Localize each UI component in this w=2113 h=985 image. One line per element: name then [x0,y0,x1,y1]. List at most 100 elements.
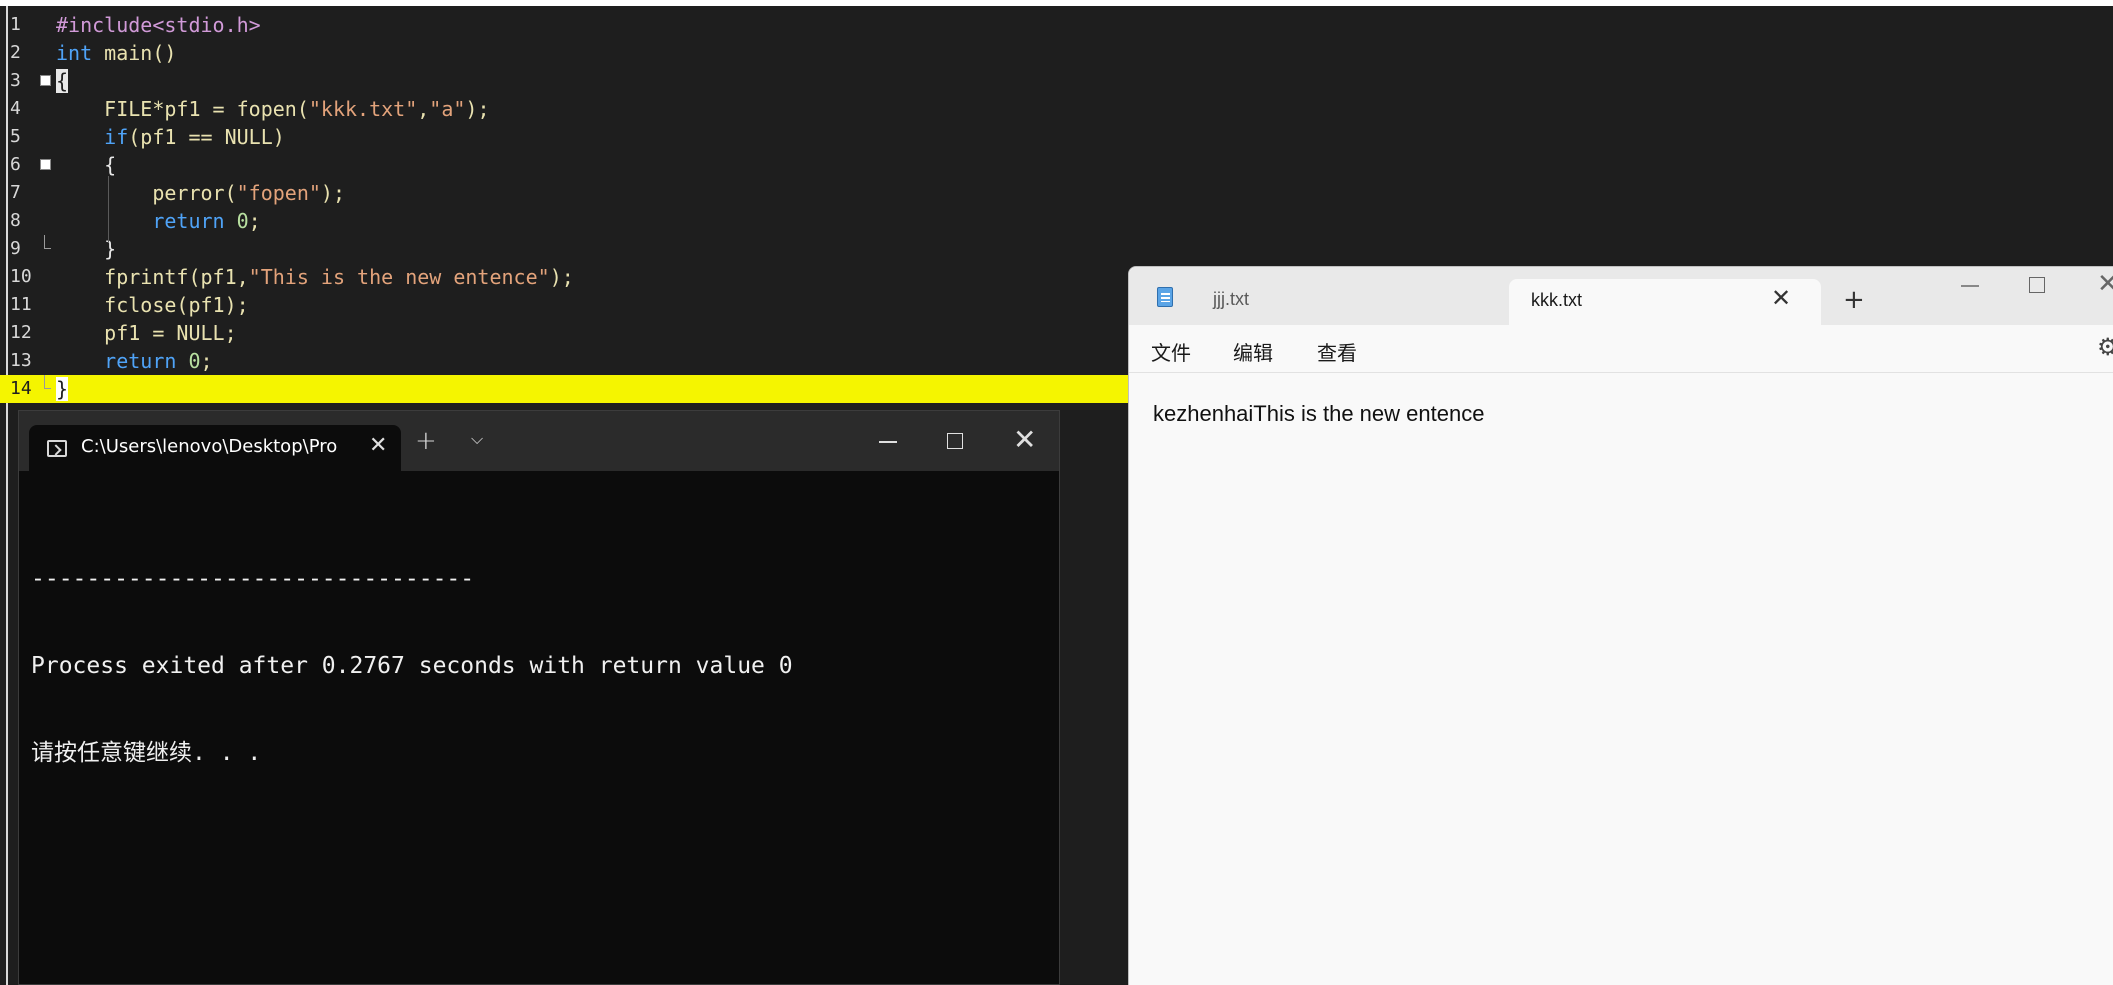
code-line[interactable]: 3{ [0,67,2113,95]
line-number: 12 [10,322,32,343]
fold-toggle-icon[interactable] [40,159,51,170]
close-window-button[interactable]: ✕ [2097,269,2113,299]
minimize-button[interactable] [1961,285,1979,287]
code-token: "fopen" [236,181,321,205]
code-token: ; [248,209,261,233]
console-line: Process exited after 0.2767 seconds with… [31,653,793,679]
code-token: "This is the new entence" [248,265,550,289]
fold-end-icon [44,375,51,389]
notepad-text-area[interactable]: kezhenhaiThis is the new entence [1153,401,1484,427]
code-token: (pf1 == NULL) [128,125,285,149]
console-window[interactable]: C:\Users\lenovo\Desktop\Pro ✕ + ⌵ ✕ ----… [18,410,1060,985]
line-number: 6 [10,154,21,175]
notepad-title-bar: jjj.txt kkk.txt ✕ + ✕ [1129,267,2113,325]
code-text: perror("fopen"); [56,179,345,207]
code-line[interactable]: 8 return 0; [0,207,2113,235]
code-token: #include<stdio.h> [56,13,261,37]
new-tab-button[interactable]: + [1843,285,1865,315]
code-token: main() [92,41,177,65]
new-tab-button[interactable]: + [415,426,437,456]
code-token: { [56,69,69,93]
code-token: FILE*pf1 = fopen( [56,97,309,121]
code-text: if(pf1 == NULL) [56,123,285,151]
indent-guide [108,176,109,242]
line-number: 2 [10,42,21,63]
tab-jjj-txt[interactable]: jjj.txt [1213,289,1249,310]
code-token: pf1 = NULL; [56,321,237,345]
code-token: 0 [188,349,201,373]
console-tab[interactable]: C:\Users\lenovo\Desktop\Pro ✕ [29,425,401,471]
tab-label: kkk.txt [1531,290,1583,310]
line-number: 11 [10,294,32,315]
code-text: { [56,67,69,95]
code-token: ); [549,265,574,289]
chevron-down-icon[interactable]: ⌵ [471,429,483,449]
code-token: ); [320,181,346,205]
code-token: int [56,41,93,65]
line-number: 5 [10,126,21,147]
code-text: { [56,151,116,179]
code-token: return [152,209,225,233]
fold-toggle-icon[interactable] [40,75,51,86]
console-tab-title: C:\Users\lenovo\Desktop\Pro [81,436,338,457]
console-tab-bar: C:\Users\lenovo\Desktop\Pro ✕ + ⌵ ✕ [19,411,1059,471]
line-number: 4 [10,98,21,119]
code-text: #include<stdio.h> [56,11,261,39]
maximize-button[interactable] [947,433,963,449]
close-window-button[interactable]: ✕ [1013,423,1036,456]
close-tab-icon[interactable]: ✕ [369,433,387,458]
notepad-window[interactable]: jjj.txt kkk.txt ✕ + ✕ 文件 编辑 查看 ⚙ kezhenh… [1128,266,2113,985]
code-line[interactable]: 6 { [0,151,2113,179]
code-text: fclose(pf1); [56,291,249,319]
notepad-icon [1157,287,1173,307]
code-token: { [56,153,117,177]
code-token: if [104,125,129,149]
maximize-button[interactable] [2029,277,2045,293]
code-token: fprintf(pf1, [56,265,249,289]
console-line: 请按任意键继续. . . [31,740,262,766]
line-number: 7 [10,182,21,203]
fold-end-icon [44,235,51,249]
code-line[interactable]: 1 #include<stdio.h> [0,11,2113,39]
terminal-icon [47,440,67,457]
console-output[interactable]: -------------------------------- Process… [31,507,793,826]
close-tab-icon[interactable]: ✕ [1771,284,1791,312]
code-line[interactable]: 7 perror("fopen"); [0,179,2113,207]
line-number: 3 [10,70,21,91]
code-token: } [56,377,69,401]
code-token: perror( [56,181,237,205]
code-token: 0 [236,209,249,233]
code-token: "kkk.txt" [308,97,418,121]
code-text: FILE*pf1 = fopen("kkk.txt","a"); [56,95,490,123]
gear-icon[interactable]: ⚙ [2097,333,2113,361]
code-line[interactable]: 2 int main() [0,39,2113,67]
menu-edit[interactable]: 编辑 [1233,337,1273,366]
code-text: } [56,375,69,403]
line-number: 10 [10,266,32,287]
line-number: 1 [10,14,21,35]
code-line[interactable]: 5 if(pf1 == NULL) [0,123,2113,151]
code-line[interactable]: 4 FILE*pf1 = fopen("kkk.txt","a"); [0,95,2113,123]
code-token: "a" [429,97,466,121]
minimize-button[interactable] [879,441,897,443]
code-line[interactable]: 9 } [0,235,2113,263]
code-token: ; [200,349,213,373]
line-number: 14 [10,378,32,399]
code-token: return [104,349,177,373]
tab-kkk-txt[interactable]: kkk.txt ✕ [1509,279,1821,325]
code-token: , [417,97,430,121]
menu-file[interactable]: 文件 [1151,337,1191,366]
line-number: 9 [10,238,21,259]
code-text: return 0; [56,207,261,235]
code-text: return 0; [56,347,213,375]
code-token: ); [465,97,490,121]
console-line: -------------------------------- [31,566,475,592]
menu-view[interactable]: 查看 [1317,337,1357,366]
notepad-menu-bar: 文件 编辑 查看 ⚙ [1129,325,2113,373]
code-text: fprintf(pf1,"This is the new entence"); [56,263,574,291]
